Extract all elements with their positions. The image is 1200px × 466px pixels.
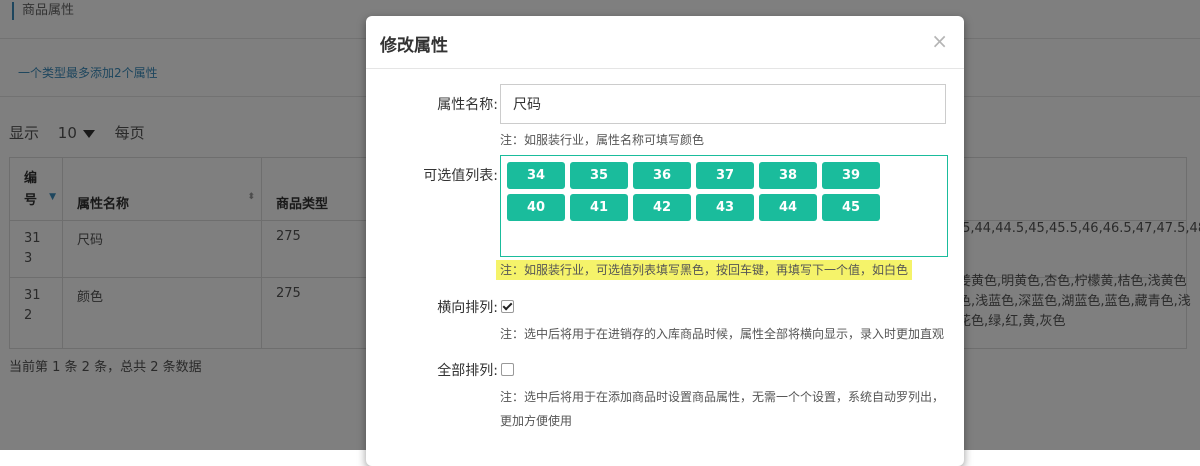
value-tag[interactable]: 42 [633,194,691,221]
values-list-label: 可选值列表: [423,168,498,184]
attribute-name-input[interactable] [500,84,946,124]
attribute-name-label: 属性名称: [437,97,498,113]
dialog-title: 修改属性 [380,36,448,56]
values-list-note: 注：如服装行业，可选值列表填写黑色，按回车键，再填写下一个值，如白色 [496,260,913,280]
all-label: 全部排列: [437,363,498,379]
value-tag[interactable]: 37 [696,162,754,189]
value-tag[interactable]: 41 [570,194,628,221]
values-list-input[interactable]: 34 35 36 37 38 39 40 41 42 43 44 45 [500,155,948,257]
value-tag[interactable]: 43 [696,194,754,221]
edit-attribute-dialog: 修改属性 × 属性名称: 注：如服装行业，属性名称可填写颜色 可选值列表: 34… [366,16,964,466]
value-tag[interactable]: 44 [759,194,817,221]
value-tag[interactable]: 45 [822,194,880,221]
attribute-name-note: 注：如服装行业，属性名称可填写颜色 [500,133,705,147]
horizontal-label: 横向排列: [437,300,498,316]
value-tag[interactable]: 38 [759,162,817,189]
value-tag[interactable]: 39 [822,162,880,189]
value-tag[interactable]: 35 [570,162,628,189]
horizontal-note: 注：选中后将用于在进销存的入库商品时候，属性全部将横向显示，录入时更加直观 [500,327,945,341]
all-note-line1: 注：选中后将用于在添加商品时设置商品属性，无需一个个设置，系统自动罗列出， [500,390,945,404]
all-note-line2: 更加方便使用 [500,414,573,428]
value-tag[interactable]: 34 [507,162,565,189]
close-icon[interactable]: × [931,29,948,53]
horizontal-checkbox[interactable] [501,300,514,313]
value-tag[interactable]: 40 [507,194,565,221]
value-tag[interactable]: 36 [633,162,691,189]
all-checkbox[interactable] [501,363,514,376]
dialog-header: 修改属性 × [366,16,964,69]
